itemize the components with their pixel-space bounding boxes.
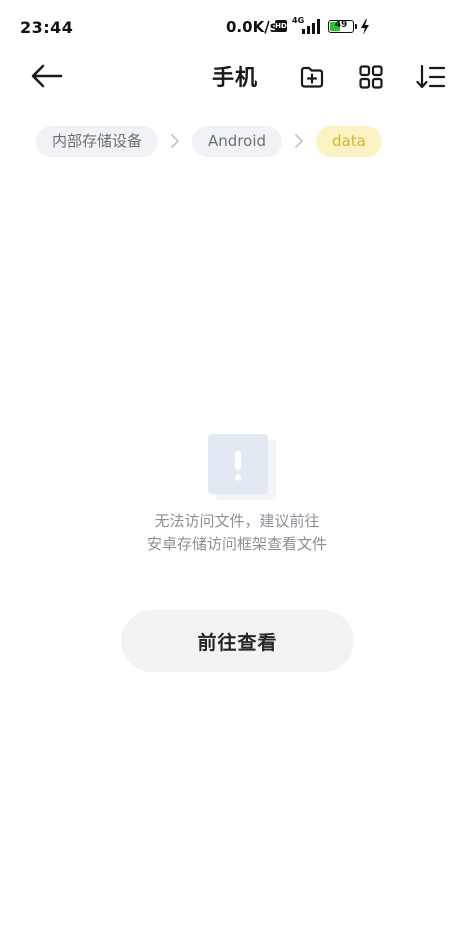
empty-state-message-line1: 无法访问文件，建议前往 [154, 512, 320, 530]
back-arrow-icon[interactable] [30, 62, 64, 90]
battery-icon: 49 [328, 20, 354, 33]
page-title: 手机 [212, 66, 259, 91]
empty-state-message-line2: 安卓存储访问框架查看文件 [146, 535, 327, 553]
battery-cap [355, 24, 357, 29]
breadcrumb-item-android[interactable]: Android [192, 125, 283, 157]
signal-icon: 4G [292, 16, 324, 34]
title-bar: 手机 [0, 52, 474, 100]
charging-bolt-icon [361, 19, 369, 35]
grid-view-icon[interactable] [358, 64, 384, 90]
breadcrumb-item-data[interactable]: data [316, 125, 382, 157]
status-bar: 23:44 0.0K/s HD 4G 49 [0, 0, 474, 56]
chevron-right-icon [282, 126, 316, 157]
network-speed: 0.0K/s [226, 18, 279, 36]
status-time: 23:44 [20, 18, 74, 37]
new-folder-icon[interactable] [299, 64, 325, 90]
empty-state-message: 无法访问文件，建议前往 安卓存储访问框架查看文件 [0, 510, 474, 556]
hd-badge: HD [275, 20, 287, 32]
chevron-right-icon [158, 126, 192, 157]
sort-icon[interactable] [416, 64, 446, 90]
go-view-button[interactable]: 前往查看 [121, 610, 354, 672]
breadcrumb-item-internal-storage[interactable]: 内部存储设备 [36, 125, 159, 157]
breadcrumb: 内部存储设备 Android data [36, 125, 382, 157]
warning-icon [208, 434, 276, 500]
battery-level: 49 [334, 20, 348, 30]
